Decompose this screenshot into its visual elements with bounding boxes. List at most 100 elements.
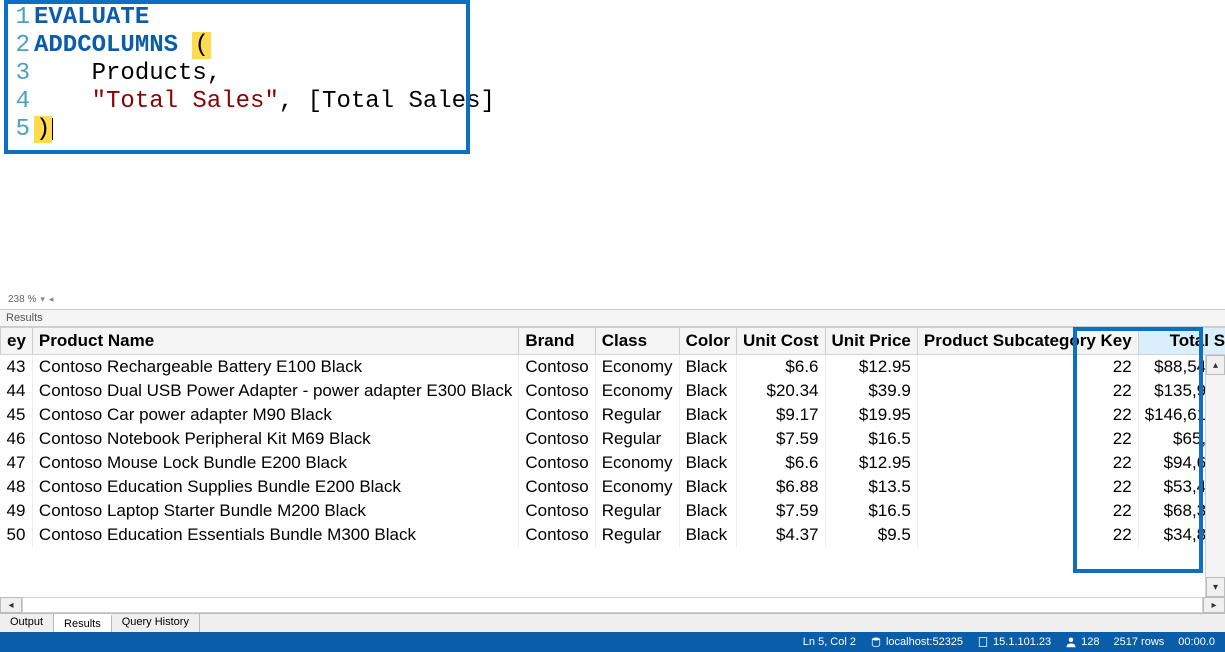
code-content[interactable]: EVALUATE: [30, 4, 149, 32]
cell-unitPrice: $12.95: [825, 355, 917, 380]
user-icon: [1065, 636, 1077, 648]
cell-subcatKey: 22: [917, 355, 1138, 380]
code-content[interactable]: "Total Sales", [Total Sales]: [30, 88, 495, 116]
cell-productName: Contoso Notebook Peripheral Kit M69 Blac…: [32, 427, 518, 451]
code-token: (: [192, 32, 210, 59]
text-cursor: [52, 118, 53, 140]
cell-unitCost: $9.17: [736, 403, 825, 427]
cell-color: Black: [679, 355, 736, 380]
column-header-color[interactable]: Color: [679, 328, 736, 355]
scrollbar-track[interactable]: [1206, 375, 1225, 577]
cell-class: Regular: [595, 427, 679, 451]
table-row[interactable]: 44Contoso Dual USB Power Adapter - power…: [1, 379, 1225, 403]
table-row[interactable]: 50Contoso Education Essentials Bundle M3…: [1, 523, 1225, 547]
chevron-down-icon: ▾: [40, 294, 45, 305]
table-row[interactable]: 45Contoso Car power adapter M90 BlackCon…: [1, 403, 1225, 427]
cell-productName: Contoso Laptop Starter Bundle M200 Black: [32, 499, 518, 523]
code-line[interactable]: 1EVALUATE: [2, 4, 1223, 32]
column-header-totalSales[interactable]: Total Sales: [1138, 328, 1225, 355]
scroll-up-icon[interactable]: ▴: [1206, 355, 1225, 375]
code-content[interactable]: ADDCOLUMNS (: [30, 32, 211, 60]
cell-brand: Contoso: [519, 403, 595, 427]
cell-key: 43: [1, 355, 33, 380]
horizontal-scrollbar[interactable]: ◂ ▸: [0, 597, 1225, 613]
document-icon: [977, 636, 989, 648]
table-row[interactable]: 47Contoso Mouse Lock Bundle E200 BlackCo…: [1, 451, 1225, 475]
statusbar: Ln 5, Col 2 localhost:52325 15.1.101.23 …: [0, 632, 1225, 652]
scrollbar-track[interactable]: [22, 597, 1203, 613]
status-rows: 2517 rows: [1114, 636, 1165, 648]
code-line[interactable]: 5): [2, 116, 1223, 144]
table-row[interactable]: 46Contoso Notebook Peripheral Kit M69 Bl…: [1, 427, 1225, 451]
bottom-tabs: OutputResultsQuery History: [0, 613, 1225, 632]
column-header-productName[interactable]: Product Name: [32, 328, 518, 355]
line-number: 5: [2, 116, 30, 144]
code-content[interactable]: ): [30, 116, 53, 144]
scroll-right-icon[interactable]: ▸: [1203, 597, 1225, 613]
table-row[interactable]: 43Contoso Rechargeable Battery E100 Blac…: [1, 355, 1225, 380]
zoom-indicator[interactable]: 238 % ▾ ◂: [8, 294, 53, 305]
database-icon: [870, 636, 882, 648]
cell-color: Black: [679, 379, 736, 403]
code-token: , [Total Sales]: [279, 88, 495, 115]
column-header-brand[interactable]: Brand: [519, 328, 595, 355]
cell-productName: Contoso Car power adapter M90 Black: [32, 403, 518, 427]
tab-output[interactable]: Output: [0, 614, 54, 632]
cell-class: Regular: [595, 523, 679, 547]
code-line[interactable]: 2ADDCOLUMNS (: [2, 32, 1223, 60]
column-header-subcatKey[interactable]: Product Subcategory Key: [917, 328, 1138, 355]
cell-unitCost: $20.34: [736, 379, 825, 403]
code-token: Products,: [34, 60, 221, 87]
cell-key: 45: [1, 403, 33, 427]
cell-brand: Contoso: [519, 475, 595, 499]
cell-key: 48: [1, 475, 33, 499]
table-row[interactable]: 49Contoso Laptop Starter Bundle M200 Bla…: [1, 499, 1225, 523]
cell-subcatKey: 22: [917, 499, 1138, 523]
cell-unitCost: $6.6: [736, 355, 825, 380]
results-panel-header: Results: [0, 310, 1225, 327]
code-content[interactable]: Products,: [30, 60, 221, 88]
scroll-left-icon[interactable]: ◂: [49, 294, 54, 305]
code-token: ): [34, 116, 52, 143]
cell-unitPrice: $16.5: [825, 427, 917, 451]
code-token: EVALUATE: [34, 4, 149, 31]
cell-unitPrice: $39.9: [825, 379, 917, 403]
cell-unitCost: $6.88: [736, 475, 825, 499]
cell-color: Black: [679, 427, 736, 451]
cell-color: Black: [679, 403, 736, 427]
cell-subcatKey: 22: [917, 523, 1138, 547]
zoom-value: 238 %: [8, 294, 36, 305]
cell-class: Economy: [595, 355, 679, 380]
cell-class: Regular: [595, 403, 679, 427]
table-row[interactable]: 48Contoso Education Supplies Bundle E200…: [1, 475, 1225, 499]
results-table: eyProduct NameBrandClassColorUnit CostUn…: [0, 327, 1225, 547]
cell-unitCost: $4.37: [736, 523, 825, 547]
scroll-left-icon[interactable]: ◂: [0, 597, 22, 613]
cell-subcatKey: 22: [917, 475, 1138, 499]
cell-unitPrice: $13.5: [825, 475, 917, 499]
code-line[interactable]: 4 "Total Sales", [Total Sales]: [2, 88, 1223, 116]
results-panel: eyProduct NameBrandClassColorUnit CostUn…: [0, 327, 1225, 613]
cell-subcatKey: 22: [917, 451, 1138, 475]
scroll-down-icon[interactable]: ▾: [1206, 577, 1225, 597]
cell-brand: Contoso: [519, 379, 595, 403]
cell-subcatKey: 22: [917, 427, 1138, 451]
status-time: 00:00.0: [1178, 636, 1215, 648]
code-line[interactable]: 3 Products,: [2, 60, 1223, 88]
cell-brand: Contoso: [519, 499, 595, 523]
column-header-key[interactable]: ey: [1, 328, 33, 355]
column-header-unitPrice[interactable]: Unit Price: [825, 328, 917, 355]
vertical-scrollbar[interactable]: ▴ ▾: [1205, 355, 1225, 597]
status-version: 15.1.101.23: [977, 636, 1051, 648]
table-body: 43Contoso Rechargeable Battery E100 Blac…: [1, 355, 1225, 548]
status-users: 128: [1065, 636, 1099, 648]
column-header-class[interactable]: Class: [595, 328, 679, 355]
cell-class: Economy: [595, 379, 679, 403]
cell-brand: Contoso: [519, 355, 595, 380]
tab-query-history[interactable]: Query History: [112, 614, 200, 632]
tab-results[interactable]: Results: [54, 614, 112, 632]
code-editor[interactable]: 1EVALUATE2ADDCOLUMNS (3 Products,4 "Tota…: [0, 0, 1225, 310]
column-header-unitCost[interactable]: Unit Cost: [736, 328, 825, 355]
cell-unitPrice: $19.95: [825, 403, 917, 427]
code-token: ADDCOLUMNS: [34, 32, 178, 59]
